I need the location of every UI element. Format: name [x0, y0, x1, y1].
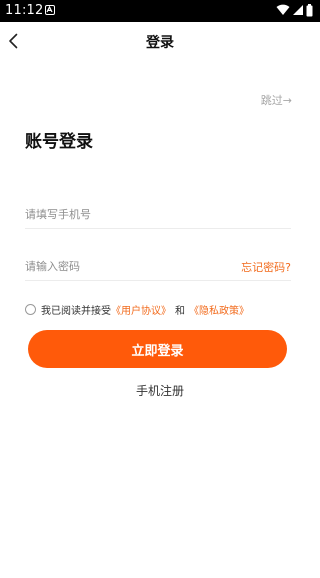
privacy-policy-link[interactable]: 《隐私政策》 [189, 302, 249, 317]
signal-icon [293, 5, 303, 15]
login-button[interactable]: 立即登录 [28, 330, 287, 368]
page-title: 登录 [146, 35, 174, 51]
agreement-and: 和 [175, 305, 185, 317]
phone-field [25, 200, 291, 229]
user-agreement-link[interactable]: 《用户协议》 [111, 302, 171, 317]
login-heading: 账号登录 [25, 132, 93, 152]
phone-register-link[interactable]: 手机注册 [0, 382, 320, 399]
agreement-row: 我已阅读并接受 《用户协议》 和 《隐私政策》 [25, 302, 249, 317]
nav-bar: 登录 [0, 22, 320, 60]
agreement-checkbox[interactable] [25, 303, 36, 315]
skip-link[interactable]: 跳过→ [261, 92, 292, 108]
password-input[interactable] [25, 256, 215, 276]
forgot-password-link[interactable]: 忘记密码? [241, 259, 291, 275]
wifi-icon [276, 4, 290, 15]
status-bar: 11:12 [0, 0, 320, 22]
phone-input[interactable] [25, 204, 215, 224]
battery-icon [306, 4, 313, 17]
notification-a-icon [45, 5, 55, 15]
agreement-prefix: 我已阅读并接受 [41, 305, 111, 317]
status-time: 11:12 [5, 3, 44, 18]
password-field: 忘记密码? [25, 252, 291, 281]
